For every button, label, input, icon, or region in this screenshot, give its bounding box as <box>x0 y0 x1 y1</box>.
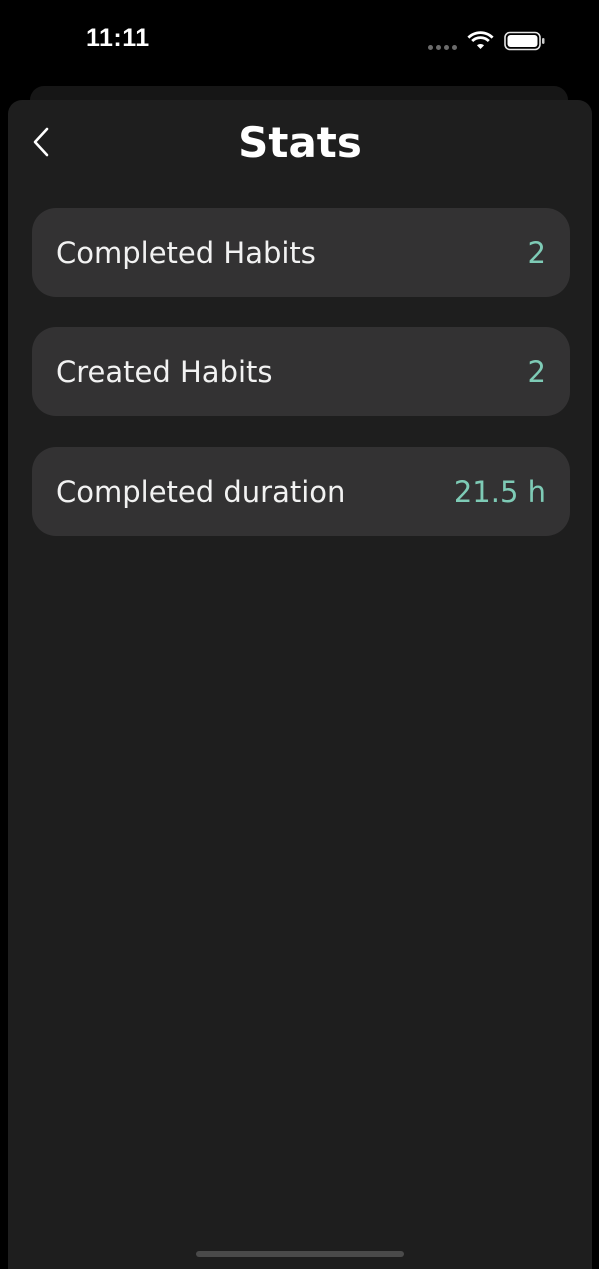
stats-sheet: Stats Completed Habits 2 Created Habits … <box>8 100 592 1269</box>
stat-card-created-habits: Created Habits 2 <box>32 327 570 416</box>
wifi-icon <box>467 31 494 49</box>
signal-dots-icon <box>428 45 457 50</box>
stat-card-completed-duration: Completed duration 21.5 h <box>32 447 570 536</box>
stat-label: Completed Habits <box>56 235 316 270</box>
stat-value: 21.5 h <box>453 474 546 509</box>
stat-value: 2 <box>527 354 546 389</box>
stat-value: 2 <box>527 235 546 270</box>
stat-label: Created Habits <box>56 354 273 389</box>
stat-card-completed-habits: Completed Habits 2 <box>32 208 570 297</box>
page-title: Stats <box>238 118 362 167</box>
status-time: 11:11 <box>86 24 150 52</box>
stats-screen: 11:11 Stats Completed Habits 2 Created H… <box>0 0 599 1269</box>
home-indicator[interactable] <box>196 1251 404 1257</box>
battery-icon <box>504 31 545 51</box>
stat-label: Completed duration <box>56 474 346 509</box>
status-bar: 11:11 <box>0 0 599 84</box>
